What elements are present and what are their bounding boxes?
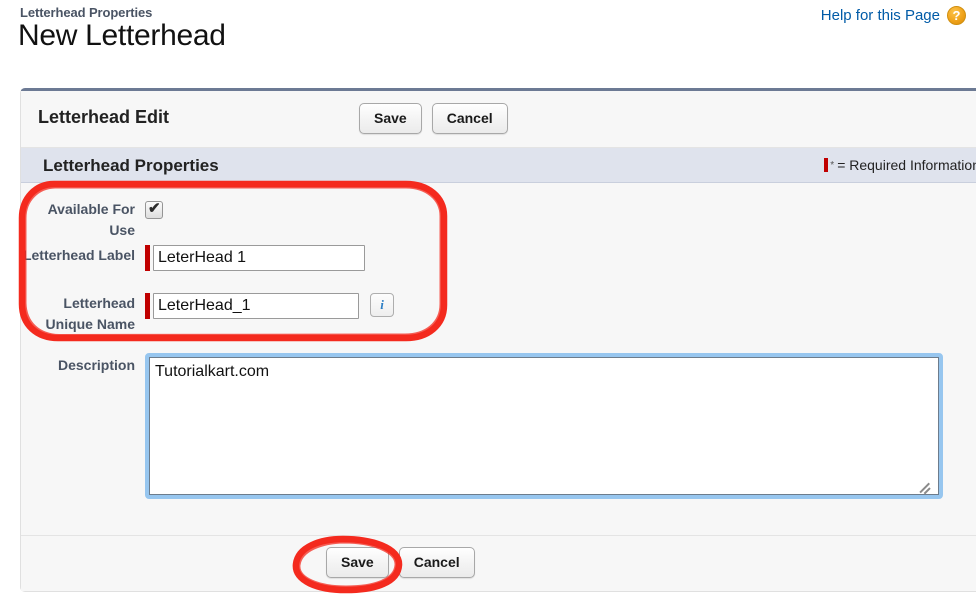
page-title: New Letterhead — [18, 19, 226, 52]
question-mark-circle-icon[interactable]: ? — [947, 6, 966, 25]
field-row-letterhead-unique-name: Letterhead Unique Name i — [21, 293, 394, 335]
field-row-letterhead-label: Letterhead Label — [21, 245, 365, 271]
available-for-use-checkbox[interactable] — [145, 199, 163, 219]
edit-toolbar: Letterhead Edit Save Cancel — [21, 91, 976, 148]
field-row-description: Description — [21, 353, 943, 499]
cancel-button-bottom[interactable]: Cancel — [398, 547, 475, 578]
label-letterhead-label: Letterhead Label — [22, 247, 135, 263]
required-information-legend: * = Required Information — [824, 157, 976, 173]
form-body: Available For Use Letterhead Label Lette… — [21, 183, 976, 535]
field-row-available-for-use: Available For Use — [21, 199, 163, 241]
required-marker-icon — [145, 245, 150, 271]
breadcrumb: Letterhead Properties — [20, 5, 153, 20]
required-legend-text: = Required Information — [837, 157, 976, 173]
panel-footer: Save Cancel — [21, 535, 976, 591]
section-title: Letterhead Properties — [43, 156, 219, 175]
letterhead-unique-name-input[interactable] — [153, 293, 359, 319]
required-asterisk-icon: * — [830, 159, 835, 171]
required-bar-icon — [824, 158, 829, 172]
footer-buttons: Save Cancel — [326, 547, 475, 578]
help-for-this-page[interactable]: Help for this Page ? — [821, 6, 966, 25]
description-textarea[interactable] — [149, 357, 939, 495]
control-letterhead-label — [145, 245, 365, 271]
cancel-button-top[interactable]: Cancel — [431, 103, 508, 134]
required-marker-icon — [145, 293, 150, 319]
page-header: Letterhead Properties New Letterhead Hel… — [0, 0, 976, 80]
info-icon[interactable]: i — [370, 293, 394, 317]
label-description: Description — [57, 357, 135, 373]
control-available-for-use — [145, 199, 163, 219]
label-available-for-use: Available For Use — [47, 201, 135, 238]
letterhead-label-input[interactable] — [153, 245, 365, 271]
help-link-label[interactable]: Help for this Page — [821, 7, 940, 24]
letterhead-edit-panel: Letterhead Edit Save Cancel Letterhead P… — [20, 88, 976, 592]
edit-toolbar-buttons: Save Cancel — [359, 103, 508, 134]
label-letterhead-unique-name: Letterhead Unique Name — [45, 295, 135, 332]
save-button-top[interactable]: Save — [359, 103, 422, 134]
control-description — [145, 353, 943, 499]
edit-toolbar-title: Letterhead Edit — [38, 107, 170, 127]
section-header: Letterhead Properties * = Required Infor… — [21, 148, 976, 183]
save-button-bottom[interactable]: Save — [326, 547, 389, 578]
description-focus-ring — [145, 353, 943, 499]
control-letterhead-unique-name: i — [145, 293, 394, 319]
